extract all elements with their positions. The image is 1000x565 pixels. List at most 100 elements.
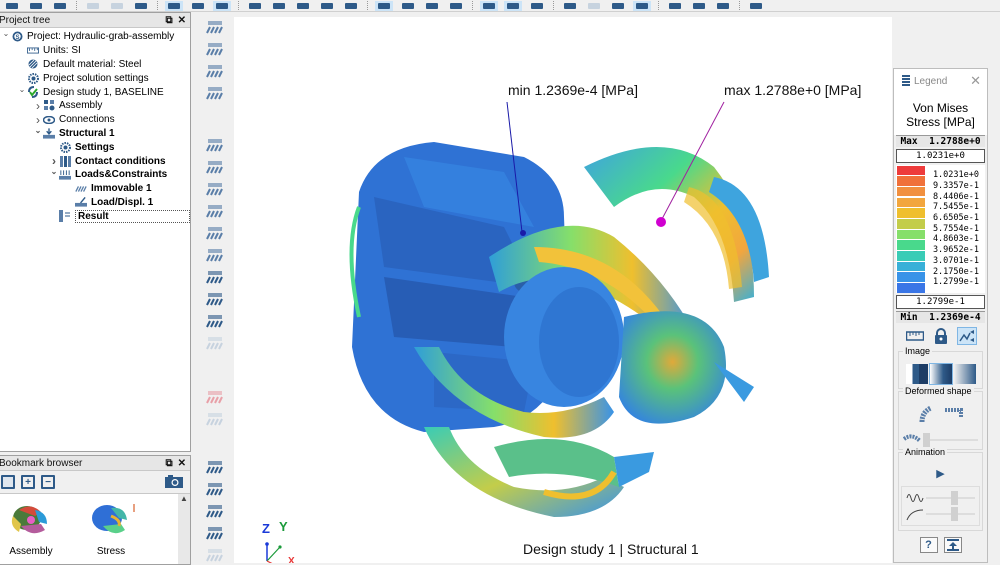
tree-item[interactable]: Result bbox=[0, 209, 190, 223]
toolbar-probe-button[interactable] bbox=[480, 0, 498, 11]
add-bookmark-icon[interactable]: + bbox=[21, 475, 35, 489]
hinge-support-icon[interactable] bbox=[205, 64, 225, 78]
lock-icon[interactable] bbox=[931, 327, 951, 345]
legend-lower-limit-input[interactable]: 1.2799e-1 bbox=[896, 295, 985, 310]
tree-item[interactable]: Units: SI bbox=[0, 44, 190, 58]
toolbar-scale-button[interactable] bbox=[666, 1, 684, 11]
tree-item[interactable]: Project solution settings bbox=[0, 71, 190, 85]
tree-item[interactable]: Load/Displ. 1 bbox=[0, 196, 190, 210]
toolbar-select-button[interactable] bbox=[3, 1, 21, 11]
legend-upper-limit-input[interactable]: 1.0231e+0 bbox=[896, 149, 985, 163]
toolbar-sphere-button[interactable] bbox=[714, 1, 732, 11]
toolbar-zoom-button[interactable] bbox=[108, 1, 126, 11]
tree-item[interactable]: Immovable 1 bbox=[0, 182, 190, 196]
animation-frequency-slider[interactable] bbox=[906, 491, 975, 506]
toolbar-comment-button[interactable] bbox=[189, 1, 207, 11]
bookmark-item-stress[interactable]: Stress bbox=[81, 496, 141, 557]
chevron-down-icon[interactable]: ⌄ bbox=[33, 126, 43, 135]
toolbar-orbit-button[interactable] bbox=[294, 1, 312, 11]
toolbar-edges-button[interactable] bbox=[246, 1, 264, 11]
image-mode-gradient-button[interactable] bbox=[953, 364, 976, 385]
toolbar-pan-button[interactable] bbox=[84, 1, 102, 11]
toolbar-render-button[interactable] bbox=[375, 0, 393, 11]
distributed-load-icon[interactable] bbox=[205, 138, 225, 152]
fixed-support-icon[interactable] bbox=[205, 20, 225, 34]
bookmark-scrollbar[interactable]: ▲ bbox=[178, 494, 190, 564]
more-icon[interactable] bbox=[205, 548, 225, 562]
toolbar-solid-button[interactable] bbox=[399, 1, 417, 11]
deformed-shape-icon[interactable] bbox=[919, 405, 935, 427]
toolbar-section-button[interactable] bbox=[132, 1, 150, 11]
remove-bookmark-icon[interactable]: − bbox=[41, 475, 55, 489]
force-icon[interactable] bbox=[205, 160, 225, 174]
export-legend-button[interactable] bbox=[943, 537, 962, 554]
chevron-right-icon[interactable]: › bbox=[49, 154, 59, 168]
displacement-icon[interactable] bbox=[205, 226, 225, 240]
tree-item[interactable]: › Connections bbox=[0, 113, 190, 127]
animation-speed-slider[interactable] bbox=[906, 507, 975, 522]
toolbar-vertices-button[interactable] bbox=[270, 1, 288, 11]
tree-item[interactable]: Settings bbox=[0, 140, 190, 154]
chevron-right-icon[interactable]: › bbox=[33, 99, 43, 113]
tree-item[interactable]: ⌄ S Project: Hydraulic-grab-assembly bbox=[0, 29, 190, 44]
undeformed-shape-icon[interactable] bbox=[943, 406, 963, 427]
toolbar-split-button[interactable] bbox=[609, 1, 627, 11]
image-mode-banded-button[interactable] bbox=[905, 364, 928, 385]
toolbar-wire-button[interactable] bbox=[423, 1, 441, 11]
3d-viewport[interactable]: min 1.2369e-4 [MPa] max 1.2788e+0 [MPa] … bbox=[234, 17, 892, 563]
tree-item[interactable]: Default material: Steel bbox=[0, 58, 190, 72]
validate-icon[interactable] bbox=[205, 412, 225, 426]
slide-support-icon[interactable] bbox=[205, 86, 225, 100]
toolbar-surface-button[interactable] bbox=[447, 1, 465, 11]
toolbar-redo-view-button[interactable] bbox=[342, 1, 360, 11]
pinned-support-icon[interactable] bbox=[205, 42, 225, 56]
chevron-down-icon[interactable]: ⌄ bbox=[49, 167, 59, 176]
tree-item[interactable]: › Contact conditions bbox=[0, 154, 190, 168]
moment-load-icon[interactable] bbox=[205, 204, 225, 218]
slider-thumb[interactable] bbox=[923, 433, 930, 448]
toolbar-deform-button[interactable] bbox=[690, 1, 708, 11]
bookmark-item-assembly[interactable]: Assembly bbox=[1, 496, 61, 557]
float-panel-icon[interactable]: ⧉ bbox=[165, 458, 172, 469]
gravity-load-icon[interactable] bbox=[205, 182, 225, 196]
toolbar-result-mode-button[interactable] bbox=[561, 1, 579, 11]
tree-item[interactable]: › Assembly bbox=[0, 99, 190, 113]
global-result-icon[interactable] bbox=[205, 482, 225, 496]
pressure-icon[interactable] bbox=[205, 292, 225, 306]
remote-load-icon[interactable] bbox=[205, 270, 225, 284]
image-mode-smooth-button[interactable] bbox=[928, 363, 953, 386]
chevron-down-icon[interactable]: ⌄ bbox=[17, 85, 27, 94]
play-animation-button[interactable]: ▶ bbox=[899, 463, 982, 486]
bookmark-list-icon[interactable] bbox=[1, 475, 15, 489]
camera-icon[interactable] bbox=[164, 473, 184, 492]
thermal-load-icon[interactable] bbox=[205, 248, 225, 262]
close-panel-icon[interactable]: ✕ bbox=[178, 458, 186, 469]
deformation-scale-slider[interactable] bbox=[902, 433, 978, 448]
toolbar-rotate-button[interactable] bbox=[51, 1, 69, 11]
toolbar-display-button[interactable] bbox=[213, 0, 231, 11]
scroll-up-icon[interactable]: ▲ bbox=[178, 494, 190, 503]
toolbar-undo-view-button[interactable] bbox=[318, 1, 336, 11]
graph-icon[interactable] bbox=[205, 504, 225, 518]
tree-item[interactable]: ⌄ Structural 1 bbox=[0, 126, 190, 141]
help-button[interactable]: ? bbox=[919, 537, 938, 554]
toolbar-view-list-button[interactable] bbox=[165, 0, 183, 11]
tree-item[interactable]: ⌄ Loads&Constraints bbox=[0, 167, 190, 182]
close-legend-icon[interactable]: ✕ bbox=[970, 73, 981, 89]
float-panel-icon[interactable]: ⧉ bbox=[165, 15, 172, 26]
toolbar-more-button[interactable] bbox=[747, 1, 765, 11]
slider-thumb[interactable] bbox=[951, 491, 959, 506]
toolbar-fit-button[interactable] bbox=[27, 1, 45, 11]
toolbar-more-button[interactable] bbox=[528, 1, 546, 11]
report-icon[interactable] bbox=[205, 526, 225, 540]
ruler-icon[interactable] bbox=[905, 327, 925, 345]
chevron-down-icon[interactable]: ⌄ bbox=[1, 29, 11, 38]
auto-range-icon[interactable] bbox=[956, 327, 977, 346]
toolbar-result-plot-button[interactable] bbox=[585, 1, 603, 11]
slider-thumb[interactable] bbox=[951, 507, 959, 522]
toolbar-isolate-button[interactable] bbox=[504, 0, 522, 11]
tree-item[interactable]: ⌄ Design study 1, BASELINE bbox=[0, 85, 190, 99]
result-plot-icon[interactable] bbox=[205, 460, 225, 474]
run-solver-icon[interactable] bbox=[205, 390, 225, 404]
chevron-right-icon[interactable]: › bbox=[33, 113, 43, 127]
